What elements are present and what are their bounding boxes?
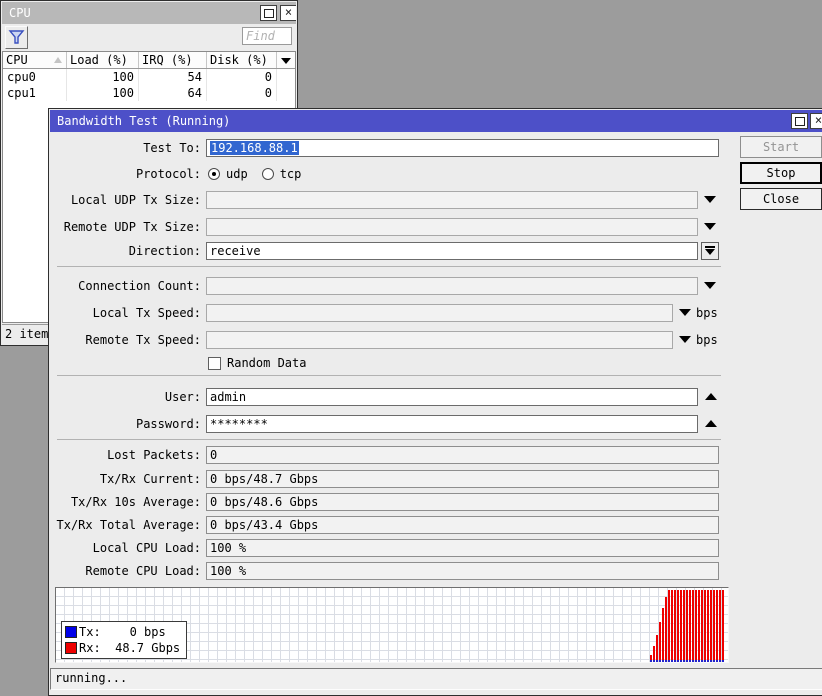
dropdown-arrow-icon[interactable] — [679, 309, 691, 316]
graph-legend: Tx: 0 bps Rx: 48.7 Gbps — [61, 621, 187, 659]
protocol-tcp-radio[interactable] — [262, 168, 274, 180]
remote-tx-speed-label: Remote Tx Speed: — [49, 331, 201, 349]
column-header-load[interactable]: Load (%) — [67, 52, 139, 68]
maximize-button[interactable] — [791, 113, 808, 129]
local-tx-speed-label: Local Tx Speed: — [49, 304, 201, 322]
dialog-status-bar: running... — [50, 668, 822, 690]
protocol-tcp-label: tcp — [280, 167, 302, 181]
dropdown-arrow-icon[interactable] — [679, 336, 691, 343]
test-to-label: Test To: — [49, 139, 201, 157]
protocol-udp-label: udp — [226, 167, 248, 181]
local-cpu-load-label: Local CPU Load: — [49, 539, 201, 557]
connection-count-label: Connection Count: — [49, 277, 201, 295]
protocol-udp-radio[interactable] — [208, 168, 220, 180]
remote-udp-tx-size-label: Remote UDP Tx Size: — [49, 218, 201, 236]
txrx-current-label: Tx/Rx Current: — [49, 470, 201, 488]
dialog-titlebar[interactable]: Bandwidth Test (Running) × — [50, 110, 822, 132]
random-data-label: Random Data — [227, 356, 306, 370]
txrx-current-value: 0 bps/48.7 Gbps — [206, 470, 719, 488]
remote-cpu-load-value: 100 % — [206, 562, 719, 580]
graph-bars — [650, 590, 726, 662]
user-input[interactable]: admin — [206, 388, 698, 406]
remote-cpu-load-label: Remote CPU Load: — [49, 562, 201, 580]
column-header-cpu[interactable]: CPU — [3, 52, 67, 68]
maximize-icon — [795, 117, 805, 126]
password-input[interactable]: ******** — [206, 415, 698, 433]
txrx-total-average-value: 0 bps/43.4 Gbps — [206, 516, 719, 534]
maximize-icon — [264, 9, 274, 18]
remote-udp-tx-size-input[interactable] — [206, 218, 698, 236]
separator — [57, 439, 721, 440]
remote-tx-speed-unit: bps — [696, 331, 718, 349]
column-header-disk[interactable]: Disk (%) — [207, 52, 277, 68]
stop-button[interactable]: Stop — [740, 162, 822, 184]
test-to-input[interactable]: 192.168.88.1 — [206, 139, 719, 157]
remote-tx-speed-input[interactable] — [206, 331, 673, 349]
tx-legend-text: Tx: 0 bps — [79, 625, 166, 639]
cpu-window-title: CPU — [9, 6, 31, 20]
local-tx-speed-unit: bps — [696, 304, 718, 322]
dropdown-arrow-icon[interactable] — [704, 282, 716, 289]
txrx-10s-average-label: Tx/Rx 10s Average: — [49, 493, 201, 511]
filter-button[interactable] — [5, 26, 28, 49]
lost-packets-value: 0 — [206, 446, 719, 464]
dropdown-arrow-icon[interactable] — [704, 196, 716, 203]
direction-label: Direction: — [49, 242, 201, 260]
protocol-label: Protocol: — [49, 165, 201, 183]
spin-up-icon[interactable] — [705, 420, 717, 427]
user-label: User: — [49, 388, 201, 406]
local-cpu-load-value: 100 % — [206, 539, 719, 557]
close-icon: × — [815, 113, 822, 127]
table-row[interactable]: cpu0 100 54 0 — [3, 69, 295, 85]
maximize-button[interactable] — [260, 5, 277, 21]
spin-up-icon[interactable] — [705, 393, 717, 400]
rx-legend-text: Rx: 48.7 Gbps — [79, 641, 180, 655]
local-udp-tx-size-input[interactable] — [206, 191, 698, 209]
tx-legend-swatch — [65, 626, 77, 638]
bandwidth-graph: Tx: 0 bps Rx: 48.7 Gbps — [55, 587, 729, 663]
random-data-checkbox[interactable] — [208, 357, 221, 370]
close-button[interactable]: × — [810, 113, 822, 129]
dialog-title: Bandwidth Test (Running) — [57, 114, 230, 128]
direction-select[interactable]: receive — [206, 242, 698, 260]
table-row[interactable]: cpu1 100 64 0 — [3, 85, 295, 101]
chevron-down-icon — [281, 58, 291, 64]
find-input[interactable] — [242, 27, 292, 45]
separator — [57, 266, 721, 267]
funnel-icon — [6, 27, 27, 48]
txrx-10s-average-value: 0 bps/48.6 Gbps — [206, 493, 719, 511]
column-selector-button[interactable] — [277, 52, 295, 68]
local-tx-speed-input[interactable] — [206, 304, 673, 322]
connection-count-input[interactable] — [206, 277, 698, 295]
local-udp-tx-size-label: Local UDP Tx Size: — [49, 191, 201, 209]
lost-packets-label: Lost Packets: — [49, 446, 201, 464]
dropdown-bar-arrow-icon — [705, 246, 715, 248]
cpu-table-header: CPU Load (%) IRQ (%) Disk (%) — [3, 52, 295, 69]
close-dialog-button[interactable]: Close — [740, 188, 822, 210]
cpu-window-titlebar[interactable]: CPU × — [2, 2, 296, 24]
start-button[interactable]: Start — [740, 136, 822, 158]
dropdown-arrow-icon[interactable] — [704, 223, 716, 230]
test-to-value: 192.168.88.1 — [210, 141, 299, 155]
bandwidth-test-dialog: Bandwidth Test (Running) × Start Stop Cl… — [48, 108, 822, 696]
direction-dropdown-button[interactable] — [701, 242, 719, 260]
sort-ascending-icon — [54, 57, 62, 63]
close-icon: × — [285, 5, 292, 19]
column-header-irq[interactable]: IRQ (%) — [139, 52, 207, 68]
separator — [57, 375, 721, 376]
rx-legend-swatch — [65, 642, 77, 654]
txrx-total-average-label: Tx/Rx Total Average: — [49, 516, 201, 534]
password-label: Password: — [49, 415, 201, 433]
cpu-toolbar — [2, 24, 296, 51]
close-button[interactable]: × — [280, 5, 296, 21]
